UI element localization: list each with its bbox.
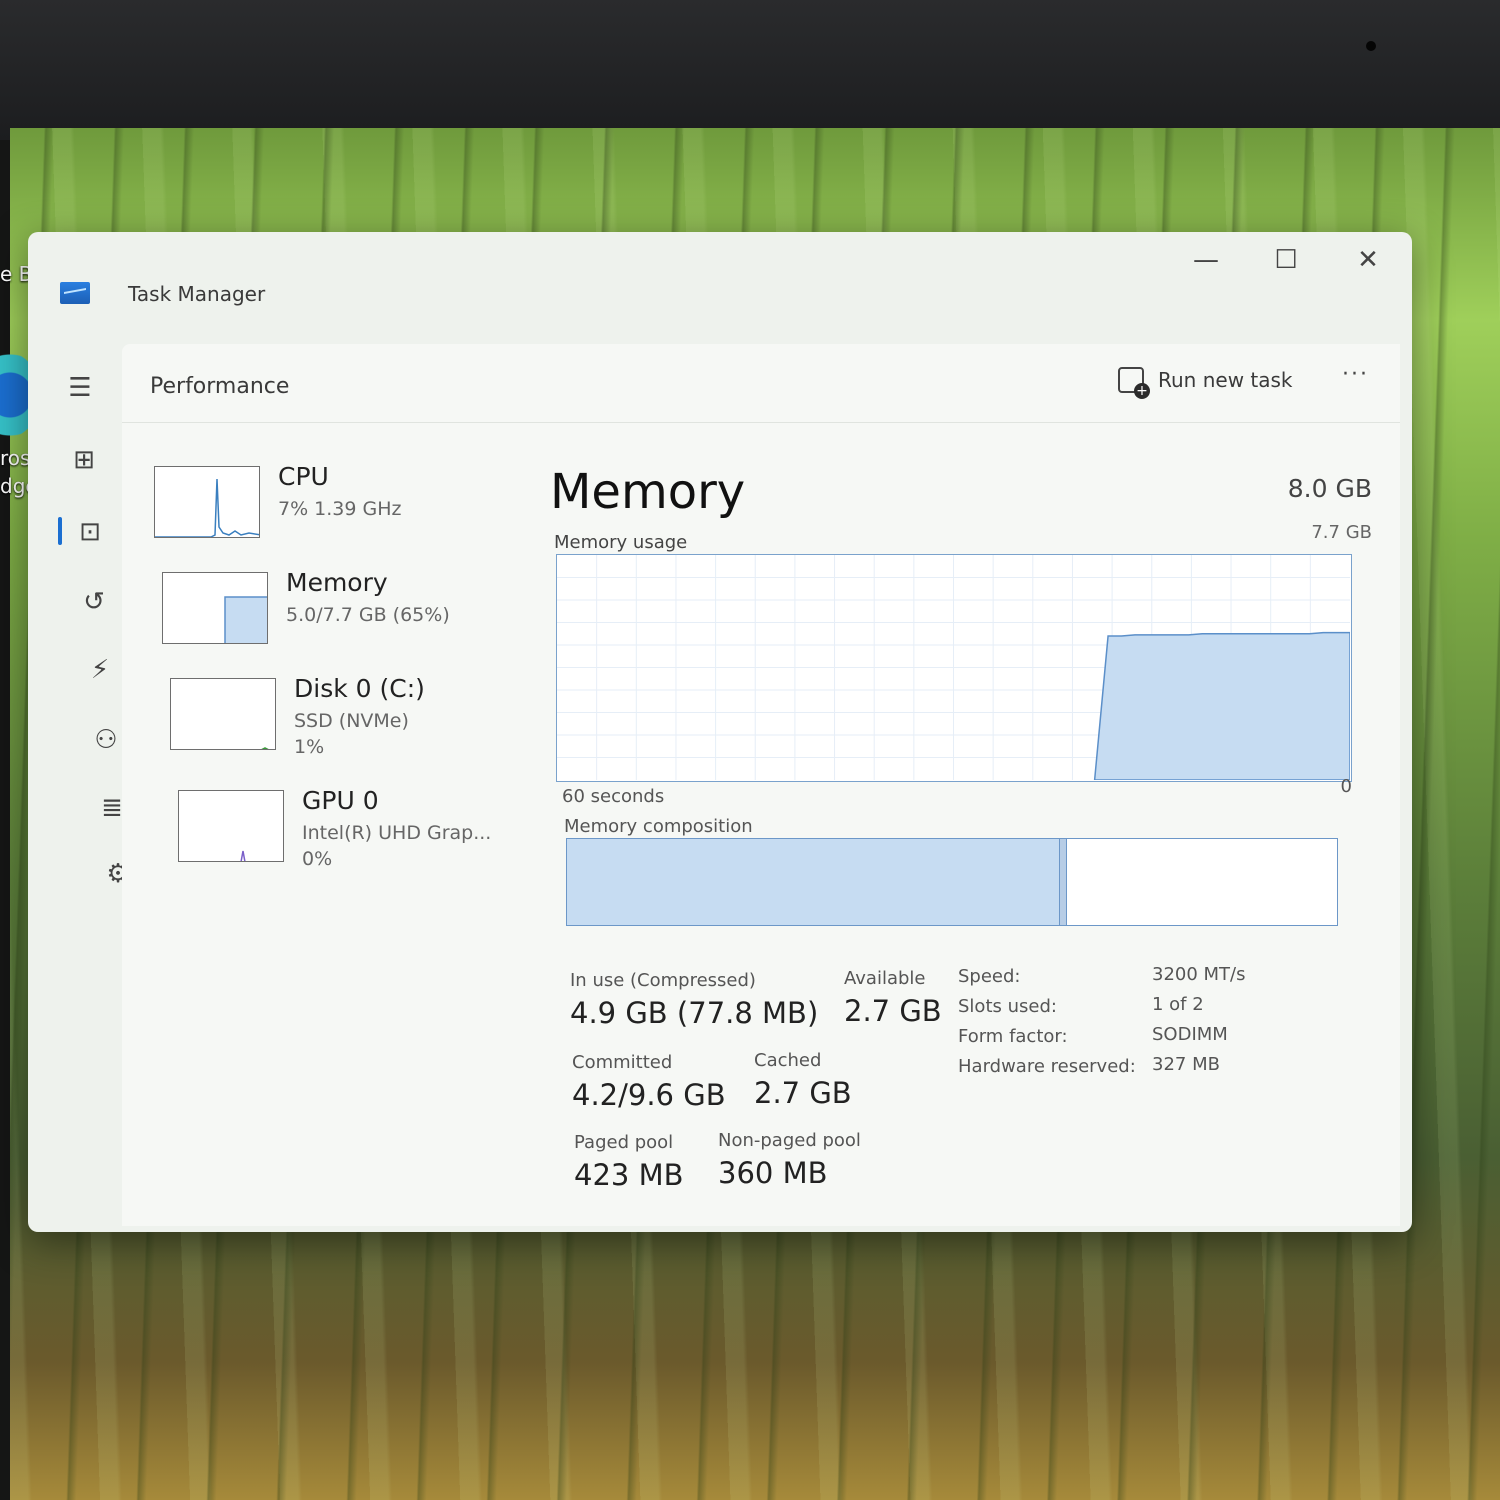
page-title: Performance [150, 374, 290, 399]
spec-label-slots: Slots used: [958, 996, 1057, 1017]
available-value: 2.7 GB [844, 994, 942, 1028]
memory-usage-max: 7.7 GB [1311, 522, 1372, 543]
in-use-label: In use (Compressed) [570, 970, 756, 991]
more-options-button[interactable]: ··· [1342, 362, 1369, 387]
device-item-memory[interactable]: Memory 5.0/7.7 GB (65%) [162, 568, 522, 672]
minimize-button[interactable]: — [1176, 238, 1236, 282]
memory-title: Memory [550, 464, 746, 520]
device-sub-gpu-usage: 0% [302, 848, 333, 870]
memory-total: 8.0 GB [1287, 474, 1372, 503]
task-manager-app-icon [60, 282, 90, 304]
time-axis-right: 0 [1340, 776, 1352, 797]
composition-modified [1059, 839, 1068, 925]
spec-value-hardware-reserved: 327 MB [1152, 1054, 1220, 1075]
close-button[interactable]: ✕ [1338, 238, 1398, 282]
memory-usage-label: Memory usage [554, 532, 688, 553]
spec-value-form-factor: SODIMM [1152, 1024, 1228, 1045]
device-item-cpu[interactable]: CPU 7% 1.39 GHz [154, 462, 514, 566]
committed-value: 4.2/9.6 GB [572, 1078, 726, 1112]
run-new-task-label: Run new task [1158, 368, 1293, 392]
composition-in-use [567, 839, 1060, 925]
device-sub-disk-type: SSD (NVMe) [294, 710, 409, 732]
memory-composition-label: Memory composition [564, 816, 753, 837]
device-sub-memory: 5.0/7.7 GB (65%) [286, 604, 450, 626]
spec-label-form-factor: Form factor: [958, 1026, 1068, 1047]
in-use-value: 4.9 GB (77.8 MB) [570, 996, 819, 1030]
device-sub-cpu: 7% 1.39 GHz [278, 498, 402, 520]
performance-icon[interactable]: ⊡ [70, 512, 110, 552]
spec-value-speed: 3200 MT/s [1152, 964, 1246, 985]
device-name-disk: Disk 0 (C:) [294, 674, 425, 703]
memory-composition-bar [566, 838, 1338, 926]
title-bar[interactable]: Task Manager — ☐ ✕ [28, 232, 1412, 342]
memory-thumbnail [162, 572, 268, 644]
cached-label: Cached [754, 1050, 822, 1071]
hamburger-icon[interactable]: ☰ [60, 368, 100, 408]
cached-value: 2.7 GB [754, 1076, 852, 1110]
run-new-task-button[interactable]: Run new task [1118, 358, 1293, 402]
committed-label: Committed [572, 1052, 673, 1073]
app-history-icon[interactable]: ↺ [74, 582, 114, 622]
paged-pool-value: 423 MB [574, 1158, 684, 1192]
device-name-gpu: GPU 0 [302, 786, 379, 815]
memory-usage-chart [556, 554, 1352, 782]
nav-active-indicator [58, 517, 62, 545]
cpu-sparkline [155, 478, 259, 537]
memory-usage-area [1093, 631, 1351, 781]
device-name-memory: Memory [286, 568, 388, 597]
non-paged-pool-value: 360 MB [718, 1156, 828, 1190]
time-axis-left: 60 seconds [562, 786, 665, 807]
run-task-icon [1118, 367, 1150, 399]
users-icon[interactable]: ⚇ [86, 720, 126, 760]
gpu-thumbnail [178, 790, 284, 862]
memory-sparkline [224, 596, 267, 643]
monitor-bezel-left [0, 140, 10, 1500]
spec-value-slots: 1 of 2 [1152, 994, 1204, 1015]
device-sub-gpu-model: Intel(R) UHD Grap... [302, 822, 492, 844]
device-name-cpu: CPU [278, 462, 329, 491]
paged-pool-label: Paged pool [574, 1132, 674, 1153]
device-item-gpu[interactable]: GPU 0 Intel(R) UHD Grap... 0% [178, 786, 538, 890]
device-item-disk[interactable]: Disk 0 (C:) SSD (NVMe) 1% [170, 674, 530, 778]
non-paged-pool-label: Non-paged pool [718, 1130, 861, 1151]
header-divider [122, 422, 1400, 423]
performance-panel: Performance Run new task ··· CPU 7% 1.39… [122, 344, 1400, 1226]
window-title: Task Manager [128, 282, 266, 306]
device-sub-disk-usage: 1% [294, 736, 325, 758]
cpu-thumbnail [154, 466, 260, 538]
disk-sparkline [261, 747, 269, 749]
maximize-button[interactable]: ☐ [1256, 238, 1316, 282]
disk-thumbnail [170, 678, 276, 750]
memory-usage-graph [557, 555, 1351, 781]
task-manager-window: Task Manager — ☐ ✕ ☰ ⊞ ⊡ ↺ ⚡ ⚇ ≣ ⚙ ⚙ Per… [28, 232, 1412, 1232]
gpu-sparkline [240, 850, 246, 861]
processes-icon[interactable]: ⊞ [64, 440, 104, 480]
spec-label-hardware-reserved: Hardware reserved: [958, 1056, 1136, 1077]
webcam-dot [1366, 41, 1376, 51]
monitor-bezel-top [0, 0, 1500, 140]
spec-label-speed: Speed: [958, 966, 1021, 987]
available-label: Available [844, 968, 926, 989]
startup-apps-icon[interactable]: ⚡ [80, 650, 120, 690]
